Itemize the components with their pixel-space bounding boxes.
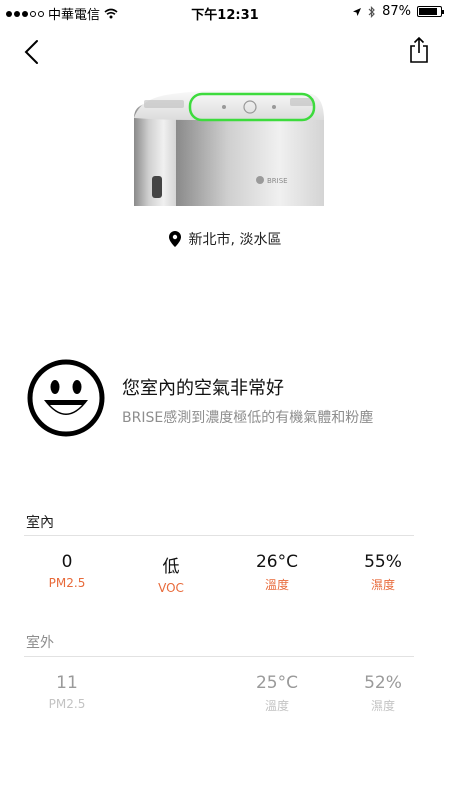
air-status-title: 您室內的空氣非常好 (122, 378, 284, 399)
battery-icon (417, 6, 444, 17)
back-chevron-icon[interactable] (20, 38, 44, 66)
metric-value: 26°C (255, 552, 298, 572)
location-pin-icon (168, 231, 181, 247)
metric-value: 55% (364, 552, 402, 572)
indoor-voc: 低 VOC (131, 552, 211, 595)
location-arrow-icon (353, 7, 362, 16)
metric-label: 溫度 (264, 699, 289, 713)
outdoor-pm25: 11 PM2.5 (27, 673, 107, 711)
metric-label: PM2.5 (48, 576, 86, 590)
metric-label: VOC (158, 581, 184, 595)
metric-label: 溫度 (264, 578, 289, 592)
metric-value: 11 (56, 673, 78, 693)
location-text: 新北市, 淡水區 (188, 232, 282, 248)
metric-label: 濕度 (370, 699, 395, 713)
share-icon[interactable] (408, 36, 430, 64)
metric-value: 低 (162, 557, 180, 577)
smiley-face-icon (27, 359, 105, 437)
metric-value: 52% (364, 673, 402, 693)
device-logo: BRISE (267, 177, 288, 185)
outdoor-temperature: 25°C 溫度 (237, 673, 317, 714)
indoor-section-label: 室內 (26, 515, 54, 531)
indoor-temperature: 26°C 溫度 (237, 552, 317, 593)
outdoor-section-label: 室外 (26, 635, 54, 651)
location: 新北市, 淡水區 (0, 229, 450, 249)
metric-value: 25°C (255, 673, 298, 693)
bluetooth-icon (368, 5, 375, 18)
status-bar: 中華電信 下午12:31 87% (0, 0, 450, 24)
indoor-divider (24, 535, 414, 536)
battery-percent: 87% (382, 4, 411, 19)
indoor-humidity: 55% 濕度 (343, 552, 423, 593)
metric-value: 0 (61, 552, 73, 572)
outdoor-humidity: 52% 濕度 (343, 673, 423, 714)
outdoor-divider (24, 656, 414, 657)
indoor-pm25: 0 PM2.5 (27, 552, 107, 590)
air-status-subtitle: BRISE感測到濃度極低的有機氣體和粉塵 (122, 410, 374, 426)
metric-label: PM2.5 (48, 697, 86, 711)
metric-label: 濕度 (370, 578, 395, 592)
air-purifier-image: BRISE (134, 90, 324, 206)
